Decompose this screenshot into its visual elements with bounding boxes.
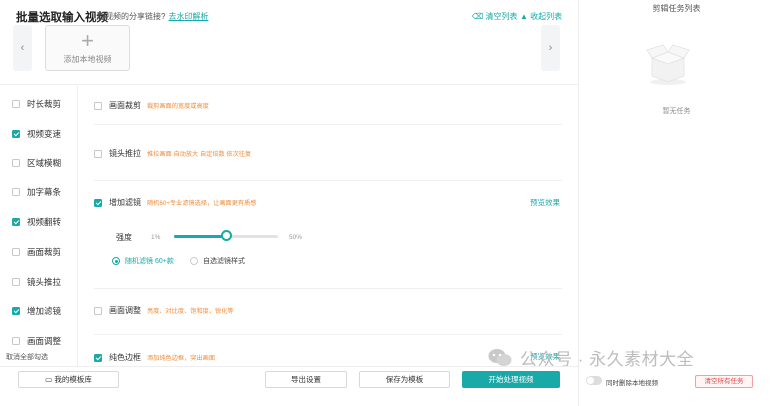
feature-zoom[interactable]: 镜头推拉 推拉画面 自动放大 自定倍数 依次往复 — [94, 148, 251, 159]
trash-icon: ⌫ — [472, 12, 486, 21]
add-video-label: 添加本地视频 — [63, 55, 112, 64]
feature-desc: 推拉画面 自动放大 自定倍数 依次往复 — [147, 151, 252, 158]
folder-icon: ▭ — [45, 375, 55, 384]
checkbox[interactable] — [12, 218, 20, 226]
plus-icon: + — [81, 28, 94, 53]
filter-preview-link[interactable]: 预览效果 — [530, 197, 560, 208]
checkbox[interactable] — [12, 278, 20, 286]
feature-desc: 亮度、对比度、饱和度、锐化等 — [147, 308, 234, 315]
divider — [94, 288, 562, 289]
share-link-hint: 短视频的分享链接? 去水印解析 — [97, 11, 208, 22]
sidebar-item-speed[interactable]: 视频变速 — [12, 128, 61, 140]
chevron-right-icon: › — [548, 42, 553, 54]
checkbox[interactable] — [94, 353, 102, 362]
scroll-left-button[interactable]: ‹ — [13, 25, 32, 71]
hint-text: 短视频的分享链接? — [97, 12, 166, 21]
wechat-icon — [488, 348, 512, 366]
checkbox[interactable] — [94, 149, 102, 158]
export-settings-button[interactable]: 导出设置 — [265, 371, 347, 388]
clear-all-tasks-button[interactable]: 清空所有任务 — [695, 375, 753, 388]
feature-desc: 随机60+专业滤镜选择，让画面更有质感 — [147, 200, 257, 207]
feature-desc: 添加纯色边框，突出画面 — [147, 355, 216, 362]
feature-crop[interactable]: 画面裁剪 裁剪画面的宽度或高度 — [94, 100, 209, 111]
checkbox[interactable] — [12, 337, 20, 345]
checkbox[interactable] — [12, 307, 20, 315]
sidebar-item-adjust[interactable]: 画面调整 — [12, 335, 61, 347]
sidebar-item-flip[interactable]: 视频翻转 — [12, 216, 61, 228]
divider — [94, 180, 562, 181]
delete-local-label: 同时删除本地视频 — [606, 380, 658, 387]
checkbox[interactable] — [94, 306, 102, 315]
strength-slider-fill — [174, 235, 226, 238]
feature-border[interactable]: 纯色边框 添加纯色边框，突出画面 — [94, 352, 215, 363]
empty-box-icon — [646, 44, 690, 85]
radio-custom-filter[interactable]: 自选滤镜样式 — [190, 256, 245, 266]
checkbox[interactable] — [94, 101, 102, 110]
scroll-right-button[interactable]: › — [541, 25, 560, 71]
checkbox[interactable] — [94, 198, 102, 207]
sidebar-item-blur[interactable]: 区域模糊 — [12, 157, 61, 169]
strength-max: 50% — [289, 234, 303, 241]
caret-up-icon: ▲ — [520, 12, 531, 21]
feature-adjust[interactable]: 画面调整 亮度、对比度、饱和度、锐化等 — [94, 305, 234, 316]
empty-state-text: 暂无任务 — [662, 108, 691, 115]
strength-slider-handle[interactable] — [221, 230, 232, 241]
start-processing-button[interactable]: 开始处理视频 — [462, 371, 560, 388]
sidebar-item-zoom[interactable]: 镜头推拉 — [12, 276, 61, 288]
uncheck-all-link[interactable]: 取消全部勾选 — [6, 352, 48, 362]
save-template-button[interactable]: 保存为模板 — [359, 371, 450, 388]
delete-local-toggle[interactable] — [586, 376, 602, 385]
page-title: 批量选取输入视频 — [16, 12, 108, 24]
radio-icon — [190, 257, 198, 265]
chevron-left-icon: ‹ — [20, 42, 25, 54]
feature-desc: 裁剪画面的宽度或高度 — [147, 103, 209, 110]
sidebar-item-subtitle[interactable]: 加字幕条 — [12, 186, 61, 198]
my-templates-button[interactable]: ▭ 我的模板库 — [18, 371, 119, 388]
sidebar-item-trim[interactable]: 时长裁剪 — [12, 98, 61, 110]
task-list-title: 剪辑任务列表 — [652, 4, 701, 13]
divider — [94, 124, 562, 125]
sidebar-item-filter[interactable]: 增加滤镜 — [12, 305, 61, 317]
watermark-parse-link[interactable]: 去水印解析 — [168, 12, 208, 21]
clear-list-button[interactable]: ⌫ 清空列表 — [472, 11, 518, 22]
radio-icon — [112, 257, 120, 265]
checkbox[interactable] — [12, 188, 20, 196]
radio-random-filter[interactable]: 随机滤镜 60+款 — [112, 256, 174, 266]
collapse-list-button[interactable]: ▲ 收起列表 — [520, 11, 562, 22]
strength-label: 强度 — [116, 233, 132, 242]
checkbox[interactable] — [12, 130, 20, 138]
add-local-video-button[interactable]: + 添加本地视频 — [45, 25, 130, 71]
feature-filter[interactable]: 增加滤镜 随机60+专业滤镜选择，让画面更有质感 — [94, 197, 257, 208]
checkbox[interactable] — [12, 100, 20, 108]
divider — [0, 84, 578, 85]
divider — [94, 334, 562, 335]
checkbox[interactable] — [12, 248, 20, 256]
strength-min: 1% — [151, 234, 161, 241]
checkbox[interactable] — [12, 159, 20, 167]
sidebar-item-crop[interactable]: 画面裁剪 — [12, 246, 61, 258]
